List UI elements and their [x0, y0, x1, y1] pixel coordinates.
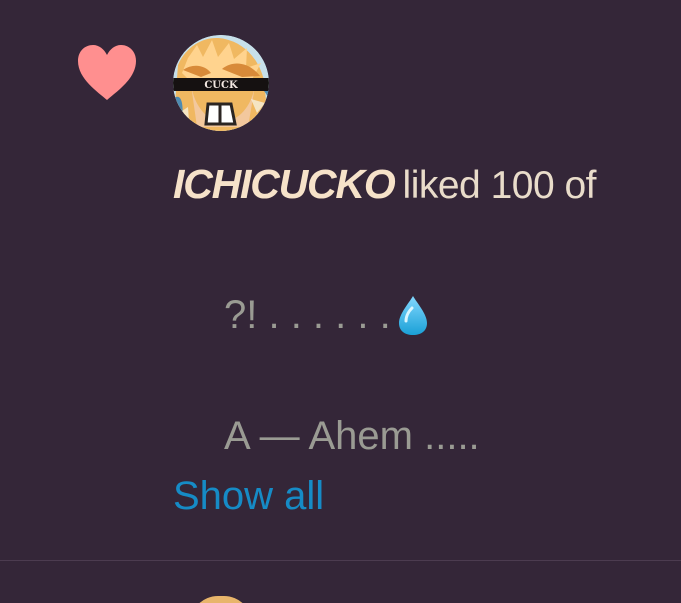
quote-line-two: A — Ahem .....: [224, 414, 480, 458]
quote-line-one: ?! . . . . . .: [224, 293, 431, 346]
activity-feed: CUCK ICHICUCKO liked 100 of ?! . . . . . …: [0, 0, 681, 603]
next-notification-avatar[interactable]: [190, 596, 252, 603]
username[interactable]: ICHICUCKO: [173, 161, 396, 207]
avatar[interactable]: CUCK: [173, 35, 269, 131]
quote-text-one: ?! . . . . . .: [224, 293, 391, 337]
show-all-link[interactable]: Show all: [173, 474, 324, 519]
activity-summary: ICHICUCKO liked 100 of: [173, 160, 597, 210]
activity-text: liked 100 of: [402, 164, 597, 207]
avatar-band-text: CUCK: [204, 80, 238, 91]
water-drop-icon: [395, 294, 431, 346]
heart-icon: [74, 42, 140, 102]
notification-divider: [0, 560, 681, 561]
